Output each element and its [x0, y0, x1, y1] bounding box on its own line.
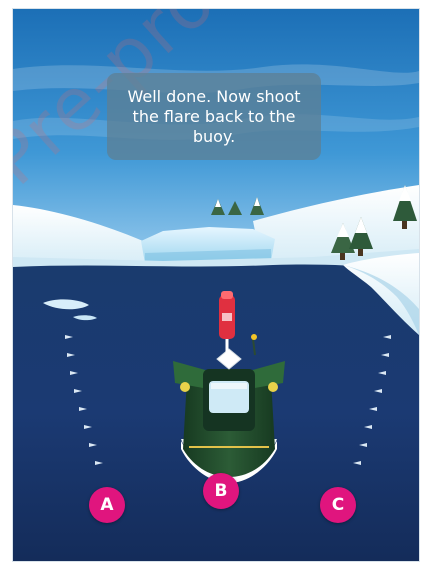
choice-b-button[interactable]: B [203, 473, 239, 509]
instruction-text: Well done. Now shoot the flare back to t… [127, 86, 301, 146]
choice-a-button[interactable]: A [89, 487, 125, 523]
game-scene: Pre-proof Well done. Now shoot the flare… [12, 8, 420, 562]
instruction-banner: Well done. Now shoot the flare back to t… [107, 73, 321, 160]
game-screen: Pre-proof Well done. Now shoot the flare… [0, 0, 429, 567]
choice-c-button[interactable]: C [320, 487, 356, 523]
